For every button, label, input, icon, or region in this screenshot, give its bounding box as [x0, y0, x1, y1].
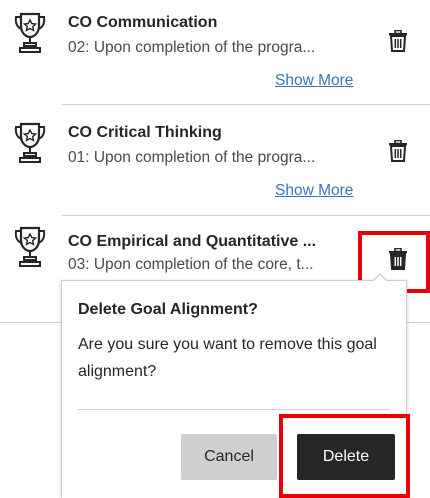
- show-more-link[interactable]: Show More: [275, 182, 353, 200]
- trophy-icon: [14, 122, 46, 163]
- goal-item-critical-thinking: CO Critical Thinking 01: Upon completion…: [0, 110, 430, 215]
- highlight-box-delete: [279, 414, 410, 498]
- trophy-icon: [14, 226, 46, 267]
- goal-description: 02: Upon completion of the progra...: [68, 39, 316, 56]
- trophy-icon: [14, 12, 46, 53]
- goal-title: CO Critical Thinking: [68, 124, 222, 141]
- popover-arrow-fill: [373, 275, 387, 282]
- goal-description: 01: Upon completion of the progra...: [68, 149, 316, 166]
- trash-icon[interactable]: [388, 140, 408, 162]
- goal-title: CO Communication: [68, 14, 218, 31]
- divider: [62, 215, 430, 216]
- goal-item-communication: CO Communication 02: Upon completion of …: [0, 0, 430, 110]
- show-more-link[interactable]: Show More: [275, 72, 353, 90]
- dialog-divider: [78, 409, 390, 410]
- divider: [62, 104, 430, 105]
- goal-description: 03: Upon completion of the core, t...: [68, 256, 314, 273]
- goal-title: CO Empirical and Quantitative ...: [68, 233, 317, 250]
- dialog-message: Are you sure you want to remove this goa…: [78, 336, 377, 380]
- cancel-button[interactable]: Cancel: [181, 434, 277, 480]
- trash-icon[interactable]: [388, 30, 408, 52]
- dialog-title: Delete Goal Alignment?: [78, 301, 258, 318]
